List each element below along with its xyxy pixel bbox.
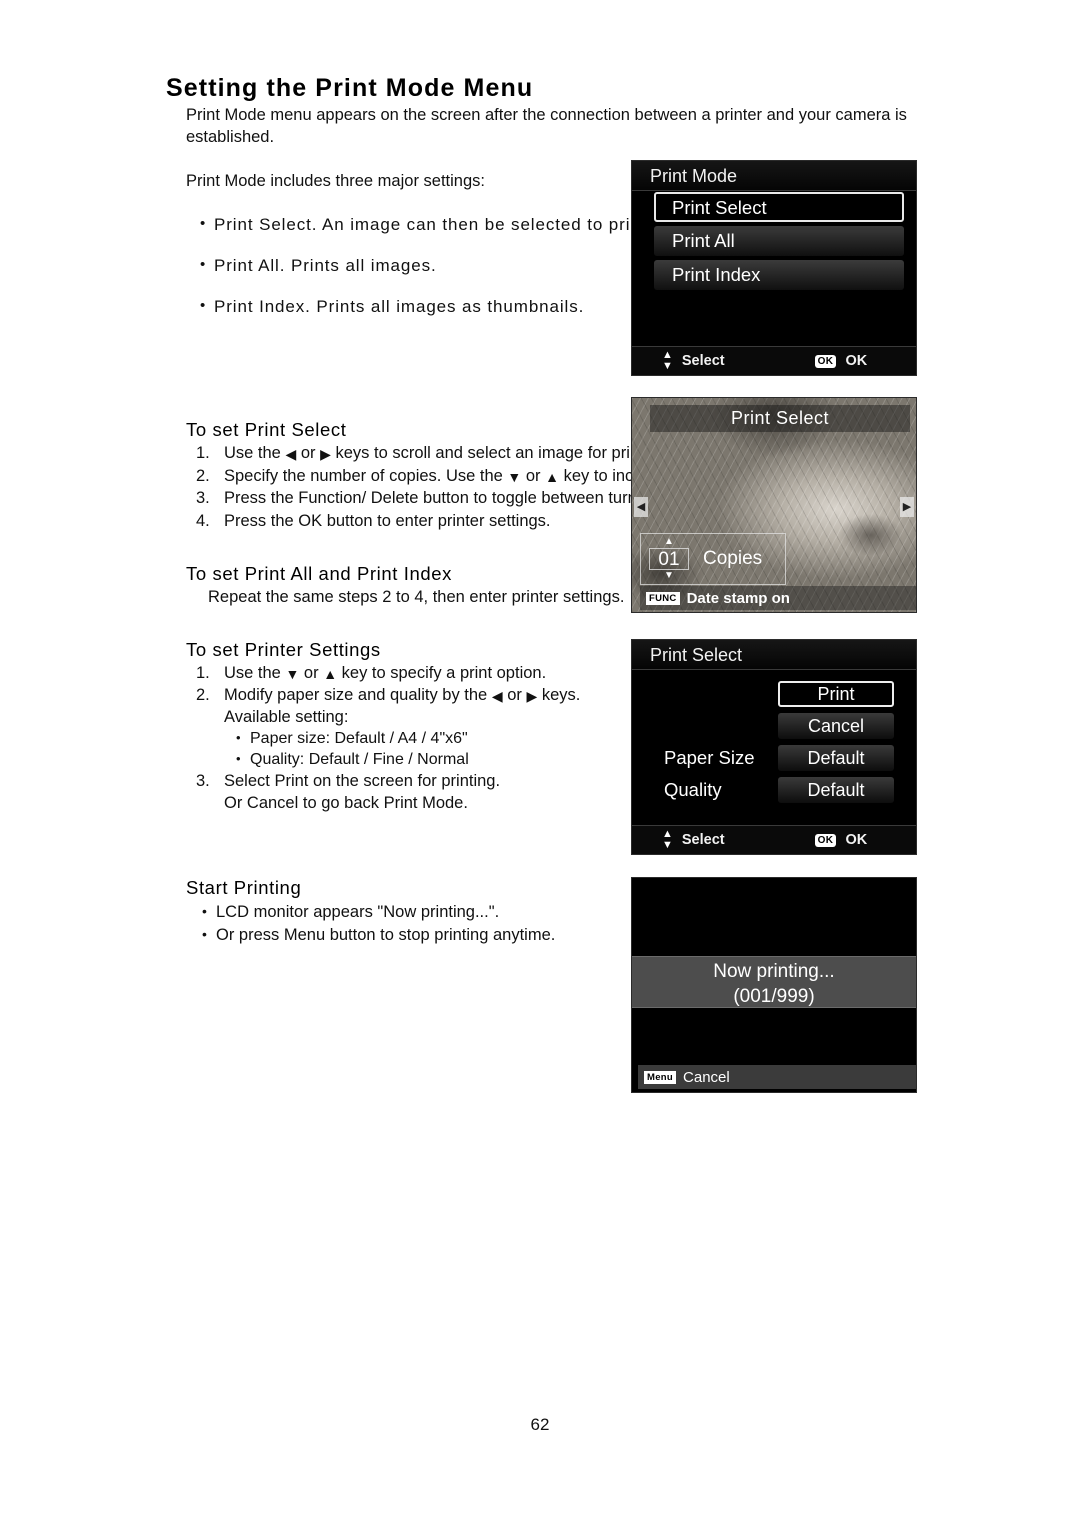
lcd-title-print-mode: Print Mode [632, 161, 916, 191]
now-printing-footer: Menu Cancel [638, 1065, 916, 1089]
printer-settings-body: Paper Size Quality Print Cancel Default … [632, 671, 916, 826]
step-text-mid: or [303, 663, 319, 682]
step-number: 2. [196, 466, 210, 485]
chevron-up-icon[interactable]: ▲ [647, 537, 691, 547]
step-text-after: key to specify a print option. [341, 663, 547, 682]
step-number: 1. [196, 663, 210, 682]
now-printing-line1: Now printing... [713, 961, 835, 982]
value-paper-size[interactable]: Default [778, 745, 894, 771]
step-text-after: keys to scroll and select an image for p… [335, 444, 671, 462]
arrow-left-icon: ◀ [285, 446, 297, 462]
ok-button-badge-icon: OK [814, 354, 837, 368]
menu-item-print-select[interactable]: Print Select [654, 192, 904, 222]
lcd-screen-print-select: Print Select ◀ ▶ ▲ 01 ▼ Copies FUNC Date… [631, 397, 917, 613]
status-select-label: Select [681, 353, 725, 369]
step-text: Select Print on the screen for printing. [224, 772, 501, 790]
status-ok-label: OK [845, 832, 868, 848]
arrow-up-icon: ▲ [323, 665, 338, 682]
step-number: 3. [196, 772, 210, 790]
step-number: 4. [196, 511, 210, 530]
now-printing-counter: (001/999) [733, 986, 815, 1007]
arrow-right-icon: ▶ [320, 446, 331, 462]
lcd-screen-printer-settings: Print Select Paper Size Quality Print Ca… [631, 639, 917, 855]
arrow-up-icon: ▲ [545, 468, 559, 485]
print-mode-menu-list: Print Select Print All Print Index [632, 192, 916, 294]
step-number: 2. [196, 686, 210, 704]
ok-button-badge-icon: OK [814, 833, 837, 847]
copies-stepper[interactable]: ▲ 01 ▼ Copies [640, 533, 786, 585]
step-text-before: Use the [224, 663, 281, 682]
arrow-down-icon: ▼ [285, 665, 300, 682]
label-paper-size: Paper Size [664, 747, 755, 768]
chevron-down-icon[interactable]: ▼ [647, 571, 691, 581]
copies-spinner[interactable]: ▲ 01 ▼ [647, 536, 691, 582]
up-down-arrows-icon: ▲ ▼ [662, 828, 673, 851]
intro-paragraph: Print Mode menu appears on the screen af… [186, 106, 907, 146]
menu-item-print-all[interactable]: Print All [654, 226, 904, 256]
status-select-label: Select [681, 832, 725, 848]
menu-item-print-index[interactable]: Print Index [654, 260, 904, 290]
step-text-mid: or [525, 466, 541, 485]
value-quality[interactable]: Default [778, 777, 894, 803]
date-stamp-status-bar: FUNC Date stamp on [640, 586, 916, 610]
copies-label: Copies [703, 548, 763, 569]
step-text-after: keys. [541, 686, 581, 704]
label-quality: Quality [664, 779, 722, 800]
lcd-title-printer-settings: Print Select [632, 640, 916, 670]
arrow-right-icon: ▶ [526, 688, 538, 704]
step-text-mid: or [300, 444, 316, 462]
next-image-arrow-icon[interactable]: ▶ [900, 497, 914, 517]
step-text-before: Use the [224, 444, 281, 462]
arrow-left-icon: ◀ [491, 688, 503, 704]
now-printing-message: Now printing... (001/999) [632, 956, 916, 1008]
page-number: 62 [530, 1415, 550, 1434]
step-text-mid: or [507, 686, 522, 704]
step-number: 1. [196, 444, 210, 462]
lcd-status-bar: ▲ ▼ Select OK OK [632, 346, 916, 375]
lcd-screen-print-mode: Print Mode Print Select Print All Print … [631, 160, 917, 376]
status-ok-label: OK [845, 353, 868, 369]
previous-image-arrow-icon[interactable]: ◀ [634, 497, 648, 517]
step-text-before: Specify the number of copies. Use the [224, 466, 503, 485]
date-stamp-label: Date stamp on [686, 589, 790, 607]
step-text: Press the OK button to enter printer set… [224, 511, 551, 530]
lcd-screen-now-printing: Now printing... (001/999) Menu Cancel [631, 877, 917, 1093]
up-down-arrows-icon: ▲ ▼ [662, 349, 673, 372]
step-number: 3. [196, 489, 210, 507]
button-print[interactable]: Print [778, 681, 894, 707]
menu-button-badge-icon: Menu [644, 1070, 677, 1084]
lcd-status-bar: ▲ ▼ Select OK OK [632, 825, 916, 854]
arrow-down-icon: ▼ [507, 468, 522, 485]
lcd-title-print-select: Print Select [650, 405, 910, 432]
step-text-before: Modify paper size and quality by the [224, 686, 488, 704]
func-button-badge-icon: FUNC [646, 591, 680, 605]
cancel-label[interactable]: Cancel [683, 1069, 730, 1086]
button-cancel[interactable]: Cancel [778, 713, 894, 739]
page-title: Setting the Print Mode Menu [166, 74, 534, 102]
document-page: Setting the Print Mode Menu Print Mode m… [0, 0, 1080, 1527]
copies-value: 01 [649, 548, 689, 570]
